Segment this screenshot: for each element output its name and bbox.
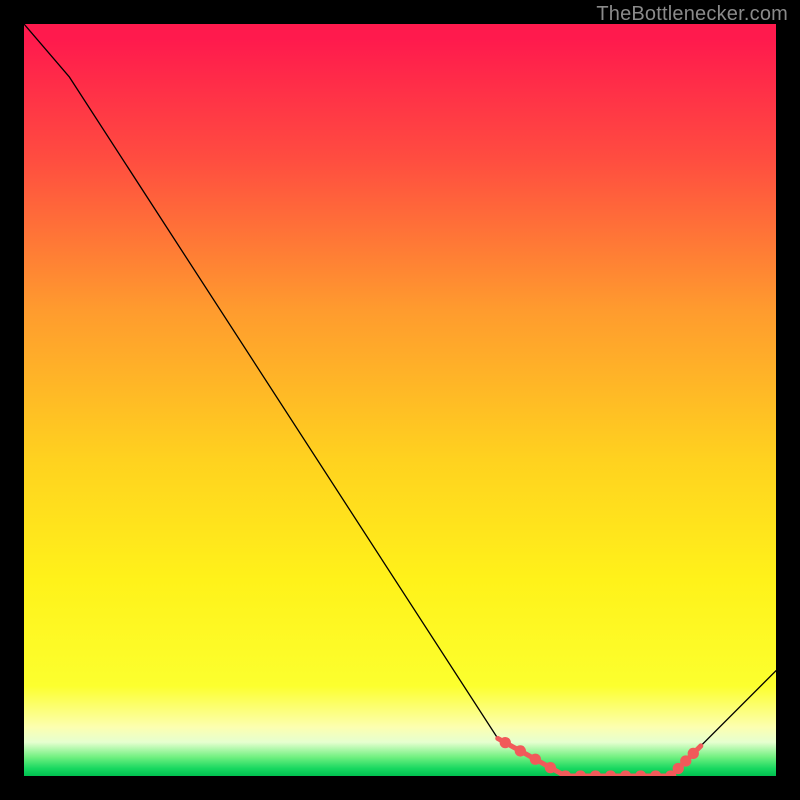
- chart-container: TheBottlenecker.com: [0, 0, 800, 800]
- optimal-point: [530, 754, 541, 765]
- optimal-point: [515, 745, 526, 756]
- optimal-point: [500, 737, 511, 748]
- chart-background: [24, 24, 776, 776]
- attribution-label: TheBottlenecker.com: [596, 3, 788, 26]
- bottleneck-chart: [24, 24, 776, 776]
- optimal-point: [688, 748, 699, 759]
- optimal-point: [545, 762, 556, 773]
